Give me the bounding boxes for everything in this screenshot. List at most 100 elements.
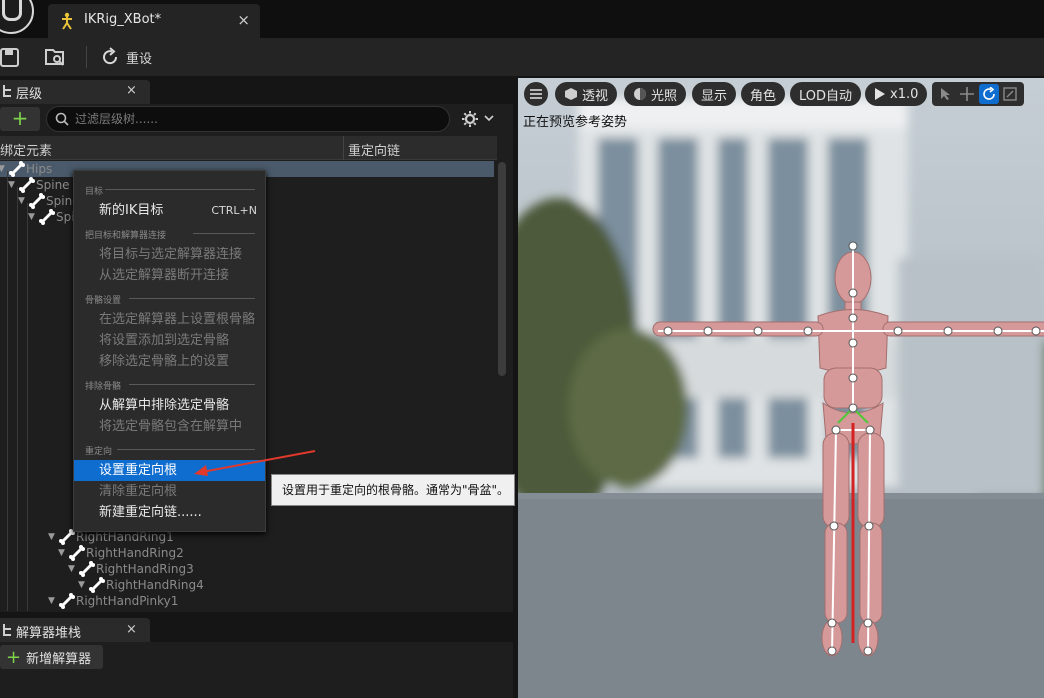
tooltip: 设置用于重定向的根骨骼。通常为"骨盆"。 [271, 474, 515, 506]
menu-item-add-settings[interactable]: 将设置添加到选定骨骼 [74, 330, 265, 351]
lod-label: LOD自动 [799, 88, 853, 104]
bone-icon [88, 577, 106, 593]
bone-icon [28, 193, 46, 209]
tree-row-label: RightHandRing4 [106, 578, 204, 592]
rotate-tool-icon[interactable] [979, 84, 999, 104]
expand-arrow-icon[interactable]: ▼ [48, 596, 58, 606]
menu-section-retarget: 重定向 [85, 447, 113, 457]
tree-row-label: Spine [36, 178, 70, 192]
viewport[interactable]: 透视 光照 显示 角色 LOD自动 x1.0 正在预览参考姿势 [518, 78, 1044, 698]
bone-icon [18, 177, 36, 193]
tree-row[interactable]: ▼ RightHandPinky1 [48, 593, 178, 609]
menu-divider [129, 384, 255, 385]
tab-hierarchy[interactable]: 层级 × [0, 80, 150, 104]
expand-arrow-icon[interactable]: ▼ [48, 532, 58, 542]
tree-column-header: 绑定元素 重定向链 [0, 136, 497, 160]
menu-divider [105, 189, 255, 190]
menu-section-bone-settings: 骨骼设置 [85, 296, 122, 306]
tree-row[interactable]: ▼ RightHandRing2 [58, 545, 184, 561]
menu-divider [129, 298, 255, 299]
column-header-bone[interactable]: 绑定元素 [0, 140, 52, 159]
gear-icon [462, 111, 494, 127]
bone-icon [38, 209, 56, 225]
menu-item-connect-goal-solver[interactable]: 将目标与选定解算器连接 [74, 244, 265, 265]
viewport-status-text: 正在预览参考姿势 [523, 115, 628, 130]
add-solver-button[interactable]: + 新增解算器 [0, 645, 103, 669]
bone-icon [58, 593, 76, 609]
unreal-logo-icon[interactable] [0, 0, 34, 34]
menu-item-shortcut: CTRL+N [211, 204, 257, 217]
bone-icon [68, 545, 86, 561]
lighting-icon [634, 88, 646, 100]
tree-row[interactable]: ▼ Hips [0, 161, 52, 177]
reset-button-label: 重设 [126, 51, 153, 67]
playback-speed-button[interactable]: x1.0 [865, 82, 928, 106]
lighting-button[interactable]: 光照 [624, 82, 687, 106]
menu-item-exclude-bone[interactable]: 从解算中排除选定骨骼 [74, 395, 265, 416]
column-header-retarget-chain[interactable]: 重定向链 [348, 140, 400, 159]
reset-icon [103, 47, 118, 65]
expand-arrow-icon[interactable]: ▼ [18, 196, 28, 206]
save-icon[interactable] [0, 46, 22, 68]
menu-section-exclude-bones: 排除骨骼 [85, 382, 122, 392]
settings-dropdown-button[interactable] [460, 109, 500, 129]
solver-tab-label: 解算器堆栈 [16, 626, 82, 641]
close-tab-icon[interactable]: × [237, 11, 250, 29]
tree-guide-line [17, 187, 18, 611]
tab-bar: IKRig_XBot* × [0, 0, 1044, 38]
expand-arrow-icon[interactable]: ▼ [78, 580, 88, 590]
close-hierarchy-icon[interactable]: × [126, 83, 137, 98]
tree-row[interactable]: ▼ RightHandRing4 [78, 577, 204, 593]
menu-item-new-retarget-chain[interactable]: 新建重定向链...... [74, 502, 265, 523]
expand-arrow-icon[interactable]: ▼ [28, 212, 38, 222]
menu-item-set-root-bone[interactable]: 在选定解算器上设置根骨骼 [74, 309, 265, 330]
expand-arrow-icon[interactable]: ▼ [68, 564, 78, 574]
tree-row[interactable]: ▼ RightHandRing3 [68, 561, 194, 577]
document-tab[interactable]: IKRig_XBot* × [48, 4, 260, 38]
ik-rig-asset-icon [62, 12, 72, 30]
plus-icon: + [6, 646, 22, 668]
hierarchy-tab-label: 层级 [16, 87, 43, 102]
tree-guide-line [27, 203, 28, 611]
menu-item-remove-settings[interactable]: 移除选定骨骼上的设置 [74, 351, 265, 372]
transform-tools-group [932, 82, 1024, 106]
tree-scrollbar[interactable] [498, 162, 506, 376]
show-button[interactable]: 显示 [692, 82, 737, 106]
browse-asset-icon[interactable] [44, 46, 66, 68]
filter-box [46, 106, 450, 132]
add-solver-label: 新增解算器 [26, 651, 92, 667]
hamburger-icon [530, 89, 542, 99]
toolbar: 重设 [0, 38, 1044, 76]
viewport-scene [518, 78, 1044, 698]
character-button[interactable]: 角色 [741, 82, 786, 106]
tree-row[interactable]: ▼ Spine [8, 177, 70, 193]
add-element-button[interactable]: + [0, 107, 40, 131]
column-divider[interactable] [343, 136, 344, 160]
filter-hierarchy-input[interactable] [75, 109, 435, 129]
menu-item-new-ik-goal[interactable]: 新的IK目标 CTRL+N [74, 200, 265, 221]
expand-arrow-icon[interactable]: ▼ [58, 548, 68, 558]
scale-tool-icon[interactable] [1001, 84, 1021, 104]
lod-button[interactable]: LOD自动 [790, 82, 862, 106]
reset-button[interactable]: 重设 [100, 44, 152, 70]
tab-solver-stack[interactable]: 解算器堆栈 × [0, 618, 150, 642]
select-tool-icon[interactable] [936, 84, 956, 104]
move-tool-icon[interactable] [958, 84, 978, 104]
tree-row-label: RightHandPinky1 [76, 594, 179, 608]
viewport-menu-button[interactable] [524, 82, 548, 106]
tree-row-label: RightHandRing3 [96, 562, 194, 576]
lighting-label: 光照 [651, 88, 678, 104]
menu-item-include-bone[interactable]: 将选定骨骼包含在解算中 [74, 416, 265, 437]
close-solver-icon[interactable]: × [126, 622, 137, 637]
perspective-button[interactable]: 透视 [555, 82, 618, 106]
solver-stack-panel: + 新增解算器 [0, 642, 513, 698]
show-label: 显示 [701, 88, 728, 104]
perspective-label: 透视 [582, 88, 609, 104]
expand-arrow-icon[interactable]: ▼ [8, 180, 18, 190]
menu-section-goal: 目标 [85, 187, 104, 197]
cube-icon [565, 88, 577, 100]
hierarchy-icon [3, 85, 11, 97]
expand-arrow-icon[interactable]: ▼ [0, 164, 8, 174]
menu-item-disconnect-solver[interactable]: 从选定解算器断开连接 [74, 265, 265, 286]
menu-item-clear-retarget-root[interactable]: 清除重定向根 [74, 481, 265, 502]
